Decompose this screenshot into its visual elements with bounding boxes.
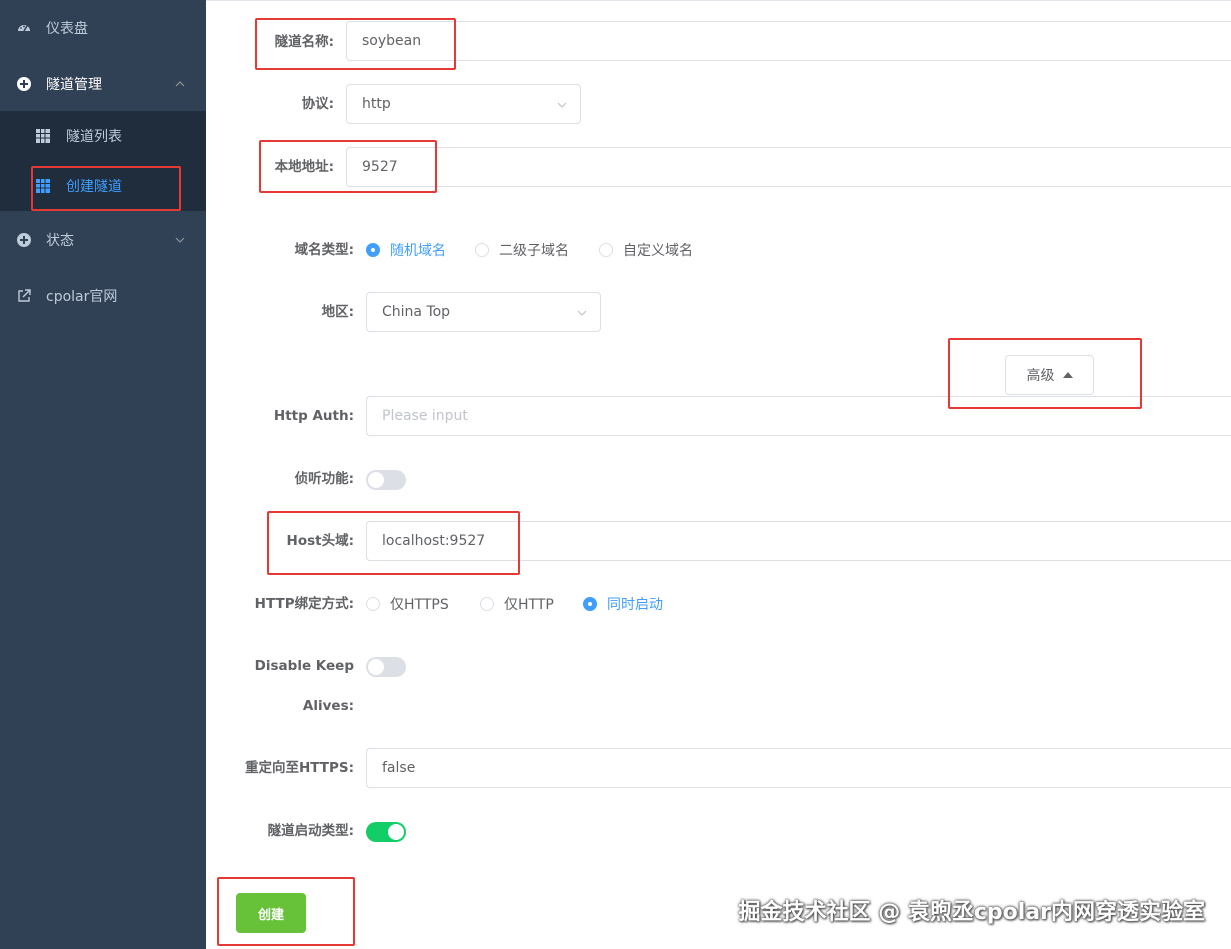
chevron-down-icon bbox=[174, 234, 186, 246]
radio-http-only[interactable]: 仅HTTP bbox=[480, 594, 554, 614]
menu-label-tunnel-manage: 隧道管理 bbox=[46, 77, 102, 93]
tunnel-manage-icon bbox=[16, 76, 32, 92]
sidebar: 仪表盘 隧道管理 隧道列表 创建隧道 状态 cpolar官网 bbox=[0, 0, 206, 949]
menu-item-tunnel-manage[interactable]: 隧道管理 bbox=[0, 56, 206, 112]
radio-subdomain[interactable]: 二级子域名 bbox=[475, 240, 569, 260]
sub-label-tunnel-list: 隧道列表 bbox=[66, 129, 122, 145]
external-link-icon bbox=[16, 288, 32, 304]
status-icon bbox=[16, 232, 32, 248]
start-type-switch[interactable] bbox=[366, 822, 406, 842]
highlight-local-address bbox=[259, 140, 437, 193]
highlight-tunnel-name bbox=[255, 18, 456, 70]
menu-label-dashboard: 仪表盘 bbox=[46, 21, 88, 37]
dashboard-icon bbox=[16, 20, 32, 36]
disable-keep-alives-label-1: Disable Keep bbox=[254, 658, 354, 674]
redirect-https-input[interactable]: false bbox=[366, 748, 1231, 788]
chevron-up-icon bbox=[174, 78, 186, 90]
menu-label-status: 状态 bbox=[46, 233, 74, 249]
http-bind-label: HTTP绑定方式: bbox=[254, 596, 354, 612]
divider bbox=[206, 0, 1231, 1]
menu-item-dashboard[interactable]: 仪表盘 bbox=[0, 0, 206, 56]
region-select[interactable]: China Top bbox=[366, 292, 601, 332]
chevron-down-icon bbox=[576, 307, 588, 319]
start-type-label: 隧道启动类型: bbox=[267, 823, 354, 839]
watermark: 掘金技术社区 @ 袁煦丞cpolar内网穿透实验室 bbox=[738, 900, 1205, 925]
table-icon bbox=[36, 129, 50, 143]
tunnel-name-input[interactable]: soybean bbox=[346, 21, 1231, 61]
highlight-create-button bbox=[217, 877, 355, 946]
radio-custom-domain[interactable]: 自定义域名 bbox=[599, 240, 693, 260]
region-value: China Top bbox=[382, 304, 451, 320]
disable-keep-alives-label-2: Alives: bbox=[302, 698, 354, 714]
protocol-value: http bbox=[362, 96, 391, 112]
radio-https-only[interactable]: 仅HTTPS bbox=[366, 594, 449, 614]
protocol-label: 协议: bbox=[301, 96, 334, 112]
listen-label: 侦听功能: bbox=[294, 471, 354, 487]
radio-random-domain[interactable]: 随机域名 bbox=[366, 240, 446, 260]
redirect-https-label: 重定向至HTTPS: bbox=[244, 760, 354, 776]
listen-switch[interactable] bbox=[366, 470, 406, 490]
region-label: 地区: bbox=[321, 304, 354, 320]
http-auth-placeholder: Please input bbox=[382, 408, 468, 424]
create-tunnel-form: 隧道名称: soybean 协议: http 本地地址: 9527 域名类型: … bbox=[206, 0, 1231, 949]
redirect-https-value: false bbox=[382, 760, 416, 776]
local-address-input[interactable]: 9527 bbox=[346, 147, 1231, 187]
sub-item-tunnel-list[interactable]: 隧道列表 bbox=[0, 111, 206, 161]
highlight-create-tunnel bbox=[31, 166, 181, 211]
highlight-host-header bbox=[267, 511, 520, 575]
menu-item-cpolar-site[interactable]: cpolar官网 bbox=[0, 268, 206, 324]
highlight-advanced bbox=[948, 338, 1142, 409]
radio-both[interactable]: 同时启动 bbox=[583, 594, 663, 614]
domain-type-label: 域名类型: bbox=[294, 242, 354, 258]
disable-keep-alives-switch[interactable] bbox=[366, 657, 406, 677]
menu-item-status[interactable]: 状态 bbox=[0, 212, 206, 268]
protocol-select[interactable]: http bbox=[346, 84, 581, 124]
chevron-down-icon bbox=[556, 99, 568, 111]
menu-label-cpolar-site: cpolar官网 bbox=[46, 289, 118, 305]
http-auth-label: Http Auth: bbox=[273, 408, 354, 424]
